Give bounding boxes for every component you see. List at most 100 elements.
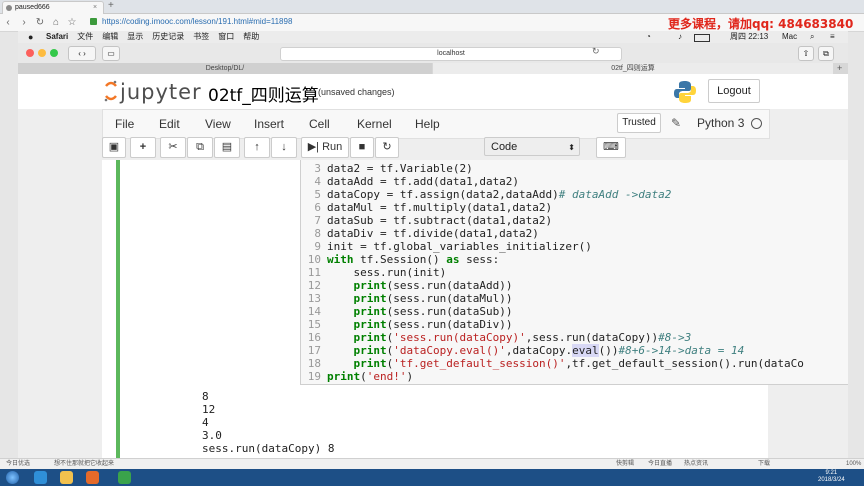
safari-back-forward-icon[interactable]: ‹ › xyxy=(68,46,96,61)
code-line[interactable]: 6 dataMul = tf.multiply(data1,data2) xyxy=(301,201,552,214)
paste-icon[interactable]: ▤ xyxy=(214,137,240,158)
outer-url-field[interactable]: https://coding.imooc.com/lesson/191.html… xyxy=(102,16,662,28)
volume-icon[interactable]: ♪ xyxy=(678,31,682,43)
mac-menu-item[interactable]: 窗口 xyxy=(218,32,234,41)
line-number: 9 xyxy=(314,240,321,253)
safari-new-tab-icon[interactable]: + xyxy=(837,63,842,74)
back-icon[interactable]: ‹ xyxy=(2,15,14,30)
reload-icon[interactable]: ↻ xyxy=(592,46,600,57)
menu-kernel[interactable]: Kernel xyxy=(357,117,392,131)
media-player-icon[interactable] xyxy=(86,471,99,484)
sidebar-icon[interactable]: ▭ xyxy=(102,46,120,61)
menu-cell[interactable]: Cell xyxy=(309,117,330,131)
outer-browser-tab[interactable]: paused666 × xyxy=(2,1,104,14)
close-tab-icon[interactable]: × xyxy=(93,2,97,14)
mac-menu-item[interactable]: 书签 xyxy=(193,32,209,41)
python-logo-icon xyxy=(674,81,696,103)
new-tab-icon[interactable]: + xyxy=(108,0,114,12)
interrupt-icon[interactable]: ■ xyxy=(350,137,374,158)
mac-user[interactable]: Mac xyxy=(782,31,797,43)
kernel-name[interactable]: Python 3 xyxy=(697,116,744,130)
trusted-indicator[interactable]: Trusted xyxy=(617,113,661,133)
bookmark-star-icon[interactable]: ☆ xyxy=(66,15,78,30)
code-line[interactable]: 16 print('sess.run(dataCopy)',sess.run(d… xyxy=(301,331,692,344)
menu-insert[interactable]: Insert xyxy=(254,117,284,131)
keyboard-icon[interactable]: ⌨ xyxy=(596,137,626,158)
notification-list-icon[interactable]: ≡ xyxy=(830,31,835,43)
mac-menu-item[interactable]: 显示 xyxy=(127,32,143,41)
jupyter-logo-text[interactable]: jupyter xyxy=(120,80,202,104)
ie-icon[interactable] xyxy=(34,471,47,484)
code-line[interactable]: 5 dataCopy = tf.assign(data2,dataAdd)# da… xyxy=(301,188,671,201)
line-number: 10 xyxy=(307,253,321,266)
battery-icon[interactable] xyxy=(694,34,710,42)
search-icon[interactable]: ⌕ xyxy=(810,31,814,43)
mac-clock[interactable]: 周四 22:13 xyxy=(730,31,768,43)
share-icon[interactable]: ⇧ xyxy=(798,46,814,61)
mac-menu-item[interactable]: 编辑 xyxy=(102,32,118,41)
code-line[interactable]: 14 print(sess.run(dataSub)) xyxy=(301,305,513,318)
code-line[interactable]: 12 print(sess.run(dataAdd)) xyxy=(301,279,513,292)
code-line[interactable]: 8 dataDiv = tf.divide(data1,data2) xyxy=(301,227,539,240)
tab-favicon-icon xyxy=(6,5,12,11)
start-button-icon[interactable] xyxy=(6,471,19,484)
code-line[interactable]: 11 sess.run(init) xyxy=(301,266,446,279)
menu-view[interactable]: View xyxy=(205,117,231,131)
safari-tab-desktop[interactable]: Desktop/DL/ xyxy=(18,63,432,74)
code-line[interactable]: 7 dataSub = tf.subtract(data1,data2) xyxy=(301,214,552,227)
code-editor[interactable]: 3 data2 = tf.Variable(2) 4 dataAdd = tf.add… xyxy=(300,160,848,385)
close-window-icon[interactable] xyxy=(26,49,34,57)
menu-edit[interactable]: Edit xyxy=(159,117,180,131)
tabs-overview-icon[interactable]: ⧉ xyxy=(818,46,834,61)
code-line[interactable]: 3 data2 = tf.Variable(2) xyxy=(301,162,472,175)
refresh-icon[interactable]: ↻ xyxy=(34,15,46,30)
move-down-icon[interactable]: ↓ xyxy=(271,137,297,158)
edit-pencil-icon[interactable]: ✎ xyxy=(671,116,681,130)
menu-help[interactable]: Help xyxy=(415,117,440,131)
mac-menu-item[interactable]: 帮助 xyxy=(243,32,259,41)
mac-menu-item[interactable]: Safari xyxy=(46,32,68,41)
forward-icon[interactable]: › xyxy=(18,15,30,30)
safari-tab-notebook[interactable]: 02tf_四则运算 xyxy=(433,63,833,74)
menu-file[interactable]: File xyxy=(115,117,134,131)
code-line[interactable]: 10 with tf.Session() as sess: xyxy=(301,253,499,266)
code-text: dataSub = tf.subtract(data1,data2) xyxy=(327,214,553,227)
code-line[interactable]: 15 print(sess.run(dataDiv)) xyxy=(301,318,513,331)
home-icon[interactable]: ⌂ xyxy=(50,15,62,30)
copy-icon[interactable]: ⧉ xyxy=(187,137,213,158)
move-up-icon[interactable]: ↑ xyxy=(244,137,270,158)
code-line[interactable]: 9 init = tf.global_variables_initializer(… xyxy=(301,240,592,253)
code-line[interactable]: 17 print('dataCopy.eval()',dataCopy.eval… xyxy=(301,344,744,357)
run-button[interactable]: ▶| Run xyxy=(301,137,349,158)
taskbar-clock[interactable]: 9:21 2018/3/24 xyxy=(818,470,845,484)
code-line[interactable]: 19 print('end!') xyxy=(301,370,413,383)
mac-menu-item[interactable]: 文件 xyxy=(77,32,93,41)
logout-button[interactable]: Logout xyxy=(708,79,760,103)
browser-taskbar-icon[interactable] xyxy=(118,471,131,484)
mac-menu-item[interactable]: 历史记录 xyxy=(152,32,184,41)
save-icon[interactable]: ▣ xyxy=(102,137,126,158)
restart-icon[interactable]: ↻ xyxy=(375,137,399,158)
cell-type-select[interactable]: Code ⬍ xyxy=(484,137,580,156)
minimize-window-icon[interactable] xyxy=(38,49,46,57)
code-line[interactable]: 4 dataAdd = tf.add(data1,data2) xyxy=(301,175,519,188)
folder-icon[interactable] xyxy=(60,471,73,484)
safari-address-field[interactable]: localhost xyxy=(280,47,622,61)
cut-icon[interactable]: ✂ xyxy=(160,137,186,158)
line-number: 3 xyxy=(314,162,321,175)
notebook-title[interactable]: 02tf_四则运算 xyxy=(208,81,319,106)
line-number: 4 xyxy=(314,175,321,188)
insert-cell-icon[interactable]: + xyxy=(130,137,156,158)
apple-icon[interactable]: ● xyxy=(28,31,33,43)
code-line[interactable]: 13 print(sess.run(dataMul)) xyxy=(301,292,513,305)
wifi-icon[interactable]: ◔ xyxy=(646,31,651,43)
code-cell[interactable]: 3 data2 = tf.Variable(2) 4 dataAdd = tf.add… xyxy=(116,160,848,458)
notebook-menubar: File Edit View Insert Cell Kernel Help T… xyxy=(102,109,770,139)
code-line[interactable]: 18 print('tf.get_default_session()',tf.g… xyxy=(301,357,804,370)
jupyter-logo-icon[interactable] xyxy=(104,80,118,102)
line-number: 19 xyxy=(307,370,321,383)
notebook-toolbar: ▣ + ✂ ⧉ ▤ ↑ ↓ ▶| Run ■ ↻ Code ⬍ ⌨ xyxy=(102,137,768,160)
zoom-window-icon[interactable] xyxy=(50,49,58,57)
secure-lock-icon xyxy=(90,18,97,25)
code-text: print(sess.run(dataMul)) xyxy=(353,292,513,305)
